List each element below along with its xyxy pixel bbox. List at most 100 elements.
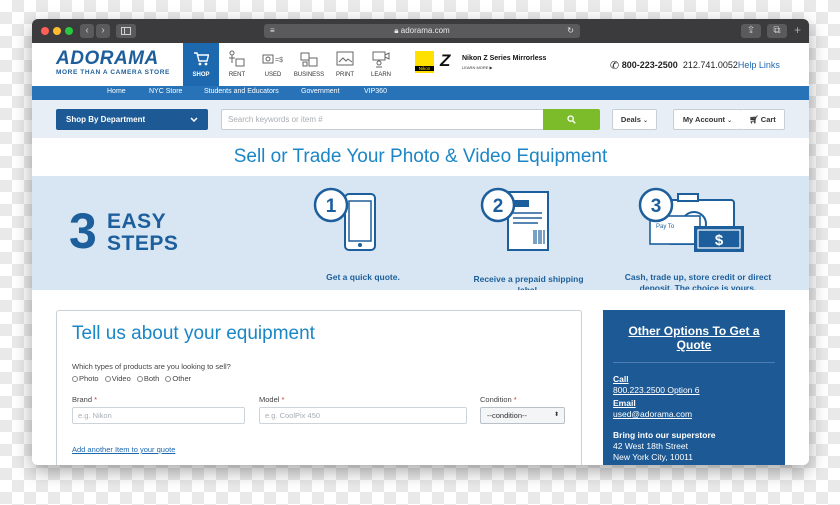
condition-select[interactable]: --condition-- ⬍	[480, 407, 565, 424]
chevron-down-icon	[190, 117, 198, 122]
other-options-panel: Other Options To Get a Quote Call 800.22…	[603, 310, 785, 465]
cart-icon	[194, 52, 209, 66]
radio-both[interactable]: Both	[136, 374, 159, 383]
svg-text:=$: =$	[275, 57, 283, 64]
brand-input[interactable]	[72, 407, 245, 424]
model-input[interactable]	[259, 407, 467, 424]
z-mark: Z	[440, 51, 451, 70]
page-title: Sell or Trade Your Photo & Video Equipme…	[233, 146, 608, 167]
reload-icon[interactable]: ↻	[567, 24, 574, 38]
steps-band: 3 EASY STEPS 1 Get a quick quote. 2 Recei…	[32, 176, 809, 295]
shipping-label-icon: 2	[480, 187, 549, 251]
shop-by-department-button[interactable]: Shop By Department	[56, 109, 208, 130]
svg-text:1: 1	[326, 196, 337, 217]
subnav-students[interactable]: Students and Educators	[204, 88, 279, 95]
search-button[interactable]	[543, 109, 600, 130]
cart-button[interactable]: 🛒︎ Cart	[741, 109, 785, 130]
address-line-1: 42 West 18th Street	[613, 441, 688, 451]
nav-business[interactable]: BUSINESS	[291, 43, 327, 86]
nav-rent[interactable]: RENT	[219, 43, 255, 86]
learn-icon	[372, 51, 390, 68]
radio-other[interactable]: Other	[165, 374, 191, 383]
email-address[interactable]: used@adorama.com	[613, 409, 692, 419]
main-content: Tell us about your equipment Which types…	[32, 290, 809, 465]
lock-icon: 🔒︎	[394, 26, 399, 35]
divider	[613, 362, 775, 363]
nav-print[interactable]: PRINT	[327, 43, 363, 86]
chevron-left-icon: ‹	[85, 25, 89, 36]
new-tab-button[interactable]: +	[794, 23, 801, 37]
radio-video[interactable]: Video	[104, 374, 131, 383]
reader-icon[interactable]: ≡	[270, 24, 275, 38]
tabs-button[interactable]: ⧉	[767, 24, 787, 38]
superstore-label: Bring into our superstore	[613, 430, 716, 440]
subnav-nyc-store[interactable]: NYC Store	[149, 88, 182, 95]
address-bar[interactable]: ≡ 🔒︎ adorama.com ↻	[264, 24, 580, 38]
nav-shop[interactable]: SHOP	[183, 43, 219, 86]
brand-label: Brand *	[72, 395, 98, 404]
close-window-button[interactable]	[41, 27, 49, 35]
search-row: Shop By Department Deals ⌄ My Account ⌄ …	[32, 100, 809, 138]
chevron-down-icon: ⌄	[643, 118, 649, 124]
email-label[interactable]: Email	[613, 398, 636, 408]
subnav-home[interactable]: Home	[107, 88, 126, 95]
add-item-link[interactable]: Add another Item to your quote	[72, 445, 175, 454]
sidebar-toggle-button[interactable]	[116, 24, 136, 38]
search-icon	[567, 115, 576, 124]
svg-text:Pay To: Pay To	[656, 224, 675, 230]
browser-window: ‹ › ≡ 🔒︎ adorama.com ↻ ⇪ ⧉ + ADORAMA MOR…	[32, 19, 809, 465]
condition-label: Condition *	[480, 395, 517, 404]
product-type-question: Which types of products are you looking …	[72, 362, 231, 371]
phone-secondary[interactable]: 212.741.0052	[683, 60, 738, 70]
search-input[interactable]	[221, 109, 543, 130]
svg-text:3: 3	[651, 196, 662, 217]
site-header: ADORAMA MORE THAN A CAMERA STORE SHOP RE…	[32, 43, 809, 86]
address-line-2: New York City, 10011	[613, 452, 694, 462]
tabs-icon: ⧉	[773, 25, 781, 36]
nav-learn[interactable]: LEARN	[363, 43, 399, 86]
print-icon	[336, 51, 354, 66]
deals-button[interactable]: Deals ⌄	[612, 109, 657, 130]
other-options-title[interactable]: Other Options To Get a Quote	[613, 324, 775, 352]
share-button[interactable]: ⇪	[741, 24, 761, 38]
svg-text:2: 2	[493, 196, 504, 217]
sidebar-icon	[121, 27, 131, 35]
chevron-down-icon: ⌄	[727, 118, 733, 124]
browser-toolbar: ‹ › ≡ 🔒︎ adorama.com ↻ ⇪ ⧉ +	[32, 19, 809, 44]
business-icon	[300, 52, 318, 67]
phone-icon: ✆	[610, 60, 620, 72]
phone-step-icon: 1	[313, 187, 376, 251]
promo-title: Nikon Z Series Mirrorless	[462, 55, 547, 62]
svg-text:$: $	[715, 232, 724, 249]
radio-photo[interactable]: Photo	[72, 374, 99, 383]
page-headline: Sell or Trade Your Photo & Video Equipme…	[32, 138, 809, 176]
call-number[interactable]: 800.223.2500 Option 6	[613, 385, 700, 395]
back-button[interactable]: ‹	[80, 24, 94, 38]
url-text: adorama.com	[400, 26, 450, 35]
zoom-window-button[interactable]	[65, 27, 73, 35]
share-icon: ⇪	[746, 25, 756, 36]
promo-link[interactable]: LEARN MORE ▶	[462, 65, 493, 70]
phone-primary[interactable]: 800-223-2500	[622, 60, 678, 70]
minimize-window-button[interactable]	[53, 27, 61, 35]
call-label[interactable]: Call	[613, 374, 629, 384]
my-account-button[interactable]: My Account ⌄	[673, 109, 742, 130]
site-logo[interactable]: ADORAMA	[56, 48, 159, 70]
select-arrows-icon: ⬍	[553, 412, 559, 418]
forward-button[interactable]: ›	[96, 24, 110, 38]
nikon-badge: Nikon	[415, 51, 434, 73]
help-links[interactable]: Help Links	[738, 60, 780, 70]
used-icon: =$	[262, 54, 283, 64]
site-tagline: MORE THAN A CAMERA STORE	[56, 69, 170, 76]
subnav-government[interactable]: Government	[301, 88, 340, 95]
step-1-caption: Get a quick quote.	[326, 272, 400, 282]
product-type-options: Photo Video Both Other	[72, 374, 195, 383]
form-title: Tell us about your equipment	[72, 323, 315, 344]
subnav-vip360[interactable]: VIP360	[364, 88, 387, 95]
nav-used[interactable]: =$ USED	[255, 43, 291, 86]
model-label: Model *	[259, 395, 285, 404]
equipment-form: Tell us about your equipment Which types…	[56, 310, 582, 465]
chevron-right-icon: ›	[101, 25, 105, 36]
cash-camera-icon: Pay To $ 3	[638, 187, 744, 252]
rent-icon	[229, 50, 245, 67]
